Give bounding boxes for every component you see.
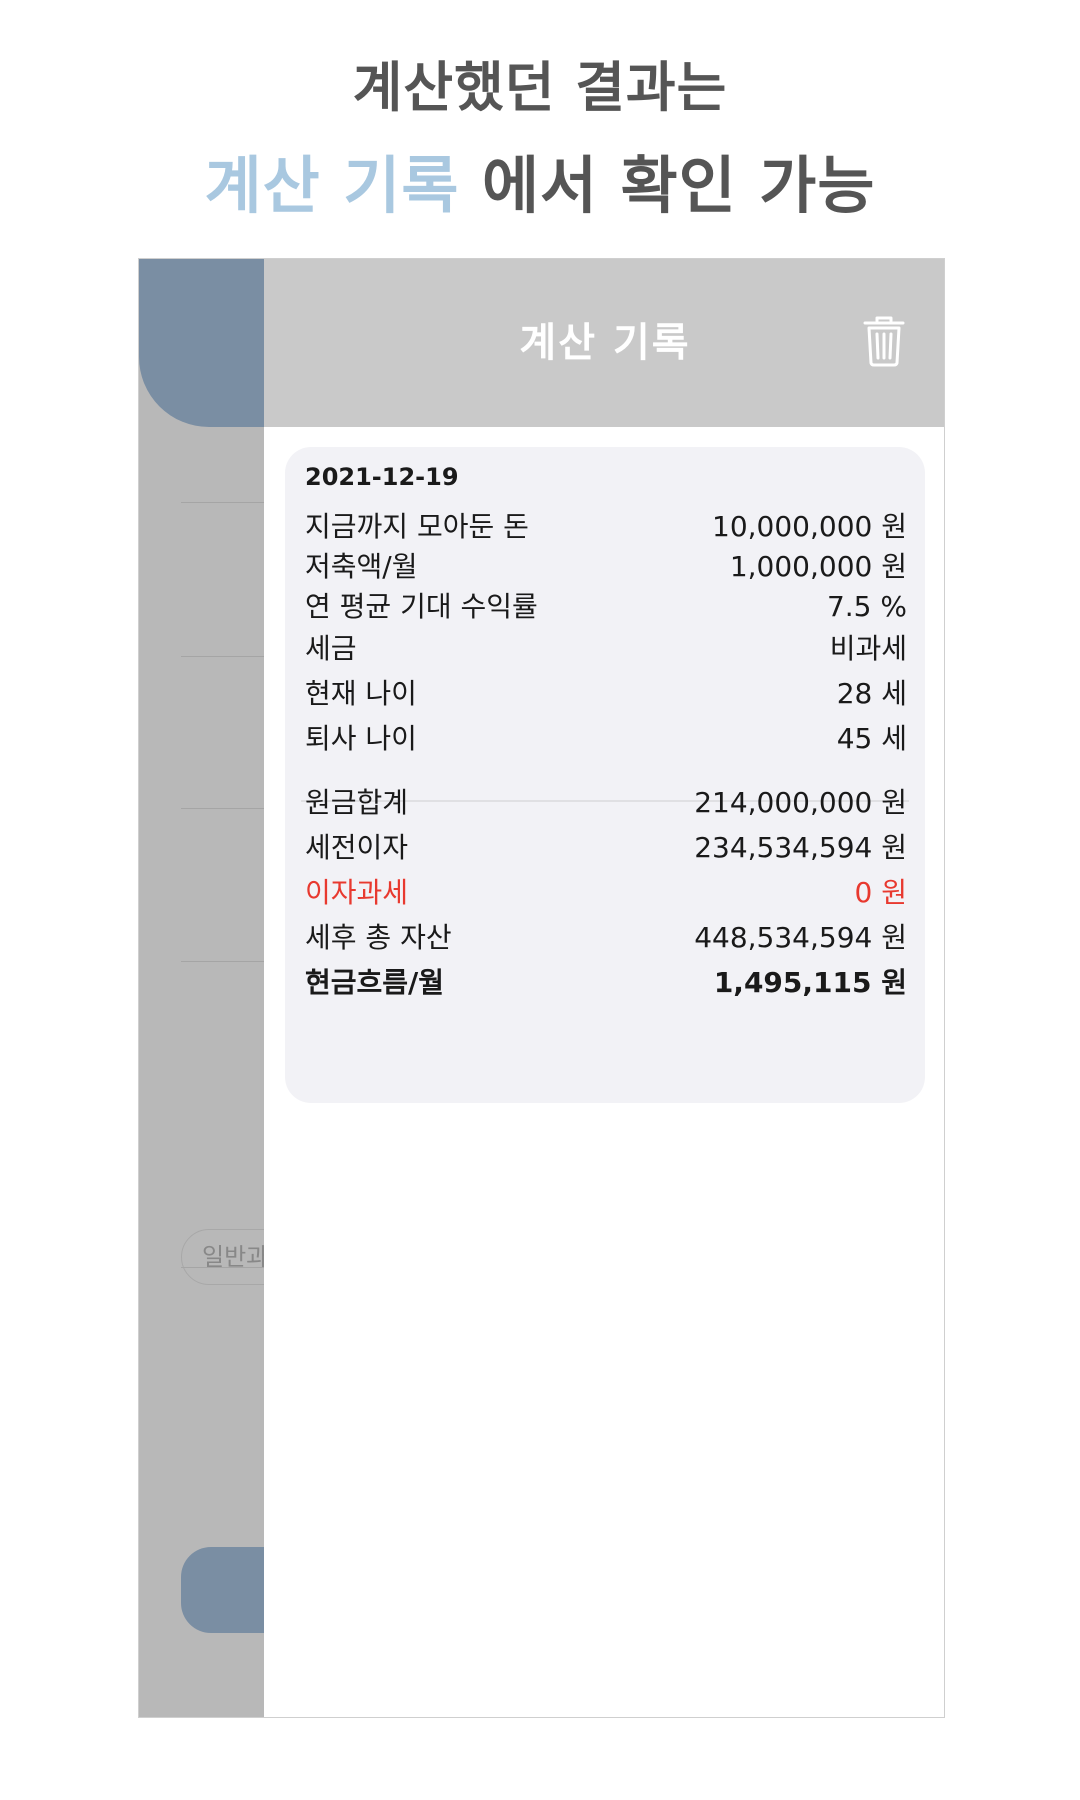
row-value: 10,000,000 원 <box>712 510 907 543</box>
background-app-dimmed: 일반과 <box>139 259 301 1717</box>
row-label: 저축액/월 <box>305 550 418 583</box>
record-row-monthly-saving: 저축액/월 1,000,000 원 <box>305 547 907 587</box>
record-row-current-age: 현재 나이 28 세 <box>305 674 907 714</box>
row-label: 이자과세 <box>305 876 409 909</box>
row-value: 1,495,115 원 <box>713 966 907 999</box>
record-row-return-rate: 연 평균 기대 수익률 7.5 % <box>305 587 907 627</box>
promo-headline-line1: 계산했던 결과는 <box>352 56 728 119</box>
phone-screen: 일반과 계산 기록 2021-12-19 지금까지 모아둔 돈 10,000,0… <box>138 258 945 1718</box>
row-value: 214,000,000 원 <box>694 786 907 819</box>
record-row-retire-age: 퇴사 나이 45 세 <box>305 719 907 759</box>
row-value: 7.5 % <box>826 590 907 623</box>
row-value: 234,534,594 원 <box>694 831 907 864</box>
row-label: 세전이자 <box>305 831 409 864</box>
background-divider <box>181 656 264 657</box>
row-value: 비과세 <box>829 632 907 665</box>
background-divider <box>181 1267 264 1268</box>
trash-icon[interactable] <box>862 315 906 367</box>
history-record-card[interactable]: 2021-12-19 지금까지 모아둔 돈 10,000,000 원 저축액/월… <box>285 447 925 1103</box>
record-row-interest-tax: 이자과세 0 원 <box>305 873 907 913</box>
row-value: 448,534,594 원 <box>694 921 907 954</box>
promo-headline-rest: 에서 확인 가능 <box>459 149 876 222</box>
row-label: 세후 총 자산 <box>305 921 452 954</box>
history-panel: 계산 기록 2021-12-19 지금까지 모아둔 돈 10,000,000 원 <box>264 259 944 1717</box>
background-divider <box>181 808 264 809</box>
row-label: 현금흐름/월 <box>305 966 445 999</box>
history-header: 계산 기록 <box>264 259 944 427</box>
history-title: 계산 기록 <box>519 320 691 366</box>
background-app-header <box>139 259 264 427</box>
row-label: 지금까지 모아둔 돈 <box>305 510 529 543</box>
promo-headline-accent: 계산 기록 <box>204 149 460 222</box>
record-date: 2021-12-19 <box>305 463 459 491</box>
row-label: 현재 나이 <box>305 677 417 710</box>
record-row-tax: 세금 비과세 <box>305 629 907 669</box>
row-label: 연 평균 기대 수익률 <box>305 590 538 623</box>
row-value: 1,000,000 원 <box>729 550 907 583</box>
row-label: 원금합계 <box>305 786 409 819</box>
background-divider <box>181 502 264 503</box>
row-label: 세금 <box>305 632 357 665</box>
record-row-pretax-interest: 세전이자 234,534,594 원 <box>305 828 907 868</box>
background-divider <box>181 961 264 962</box>
row-label: 퇴사 나이 <box>305 722 417 755</box>
record-row-monthly-cashflow: 현금흐름/월 1,495,115 원 <box>305 963 907 1003</box>
row-value: 0 원 <box>854 876 907 909</box>
row-value: 45 세 <box>836 722 907 755</box>
promo-headline-line2: 계산 기록 에서 확인 가능 <box>0 144 1080 228</box>
record-row-savings: 지금까지 모아둔 돈 10,000,000 원 <box>305 507 907 547</box>
record-row-principal-total: 원금합계 214,000,000 원 <box>305 783 907 823</box>
record-row-aftertax-assets: 세후 총 자산 448,534,594 원 <box>305 918 907 958</box>
row-value: 28 세 <box>836 677 907 710</box>
